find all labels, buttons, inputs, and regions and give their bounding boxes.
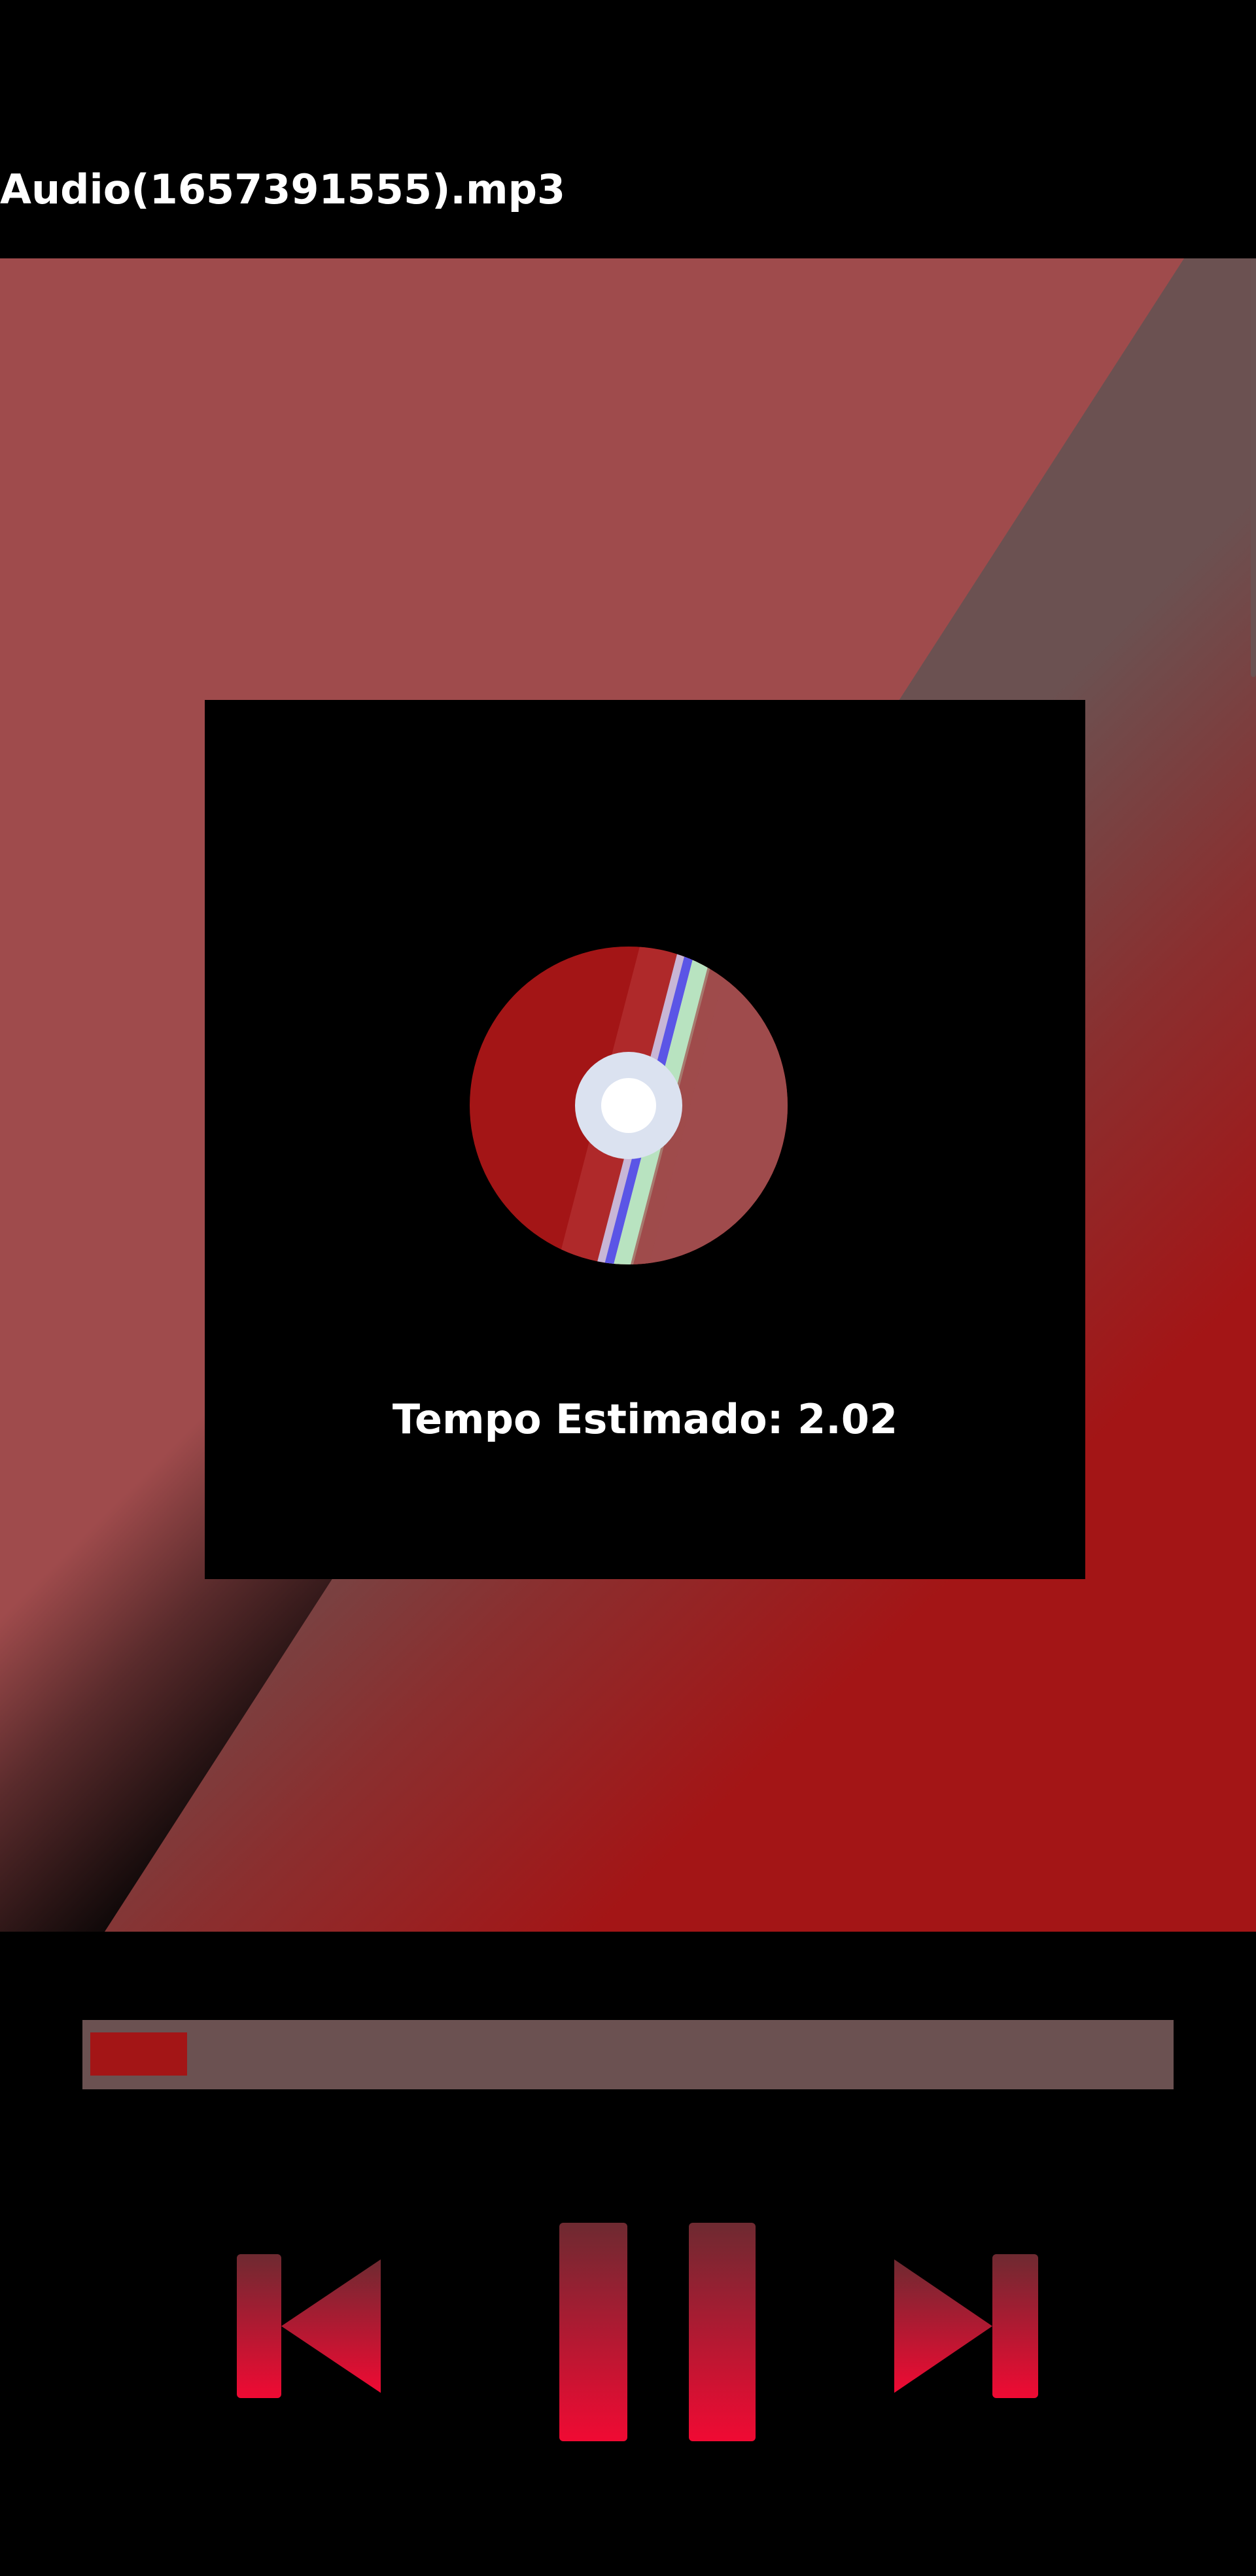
pause-icon — [559, 2223, 756, 2441]
pause-button[interactable] — [559, 2223, 756, 2441]
progress-bar[interactable] — [82, 2020, 1174, 2089]
cd-disc-icon — [470, 947, 788, 1264]
skip-previous-icon — [237, 2254, 381, 2398]
scrollbar[interactable] — [1251, 258, 1256, 677]
estimated-time-label: Tempo Estimado: 2.02 — [392, 1395, 898, 1443]
previous-button[interactable] — [237, 2254, 382, 2398]
next-button[interactable] — [894, 2254, 1038, 2398]
skip-next-icon — [894, 2254, 1038, 2398]
title-bar: Audio(1657391555).mp3 — [0, 0, 1256, 258]
progress-fill — [90, 2032, 187, 2076]
file-title: Audio(1657391555).mp3 — [0, 165, 566, 213]
